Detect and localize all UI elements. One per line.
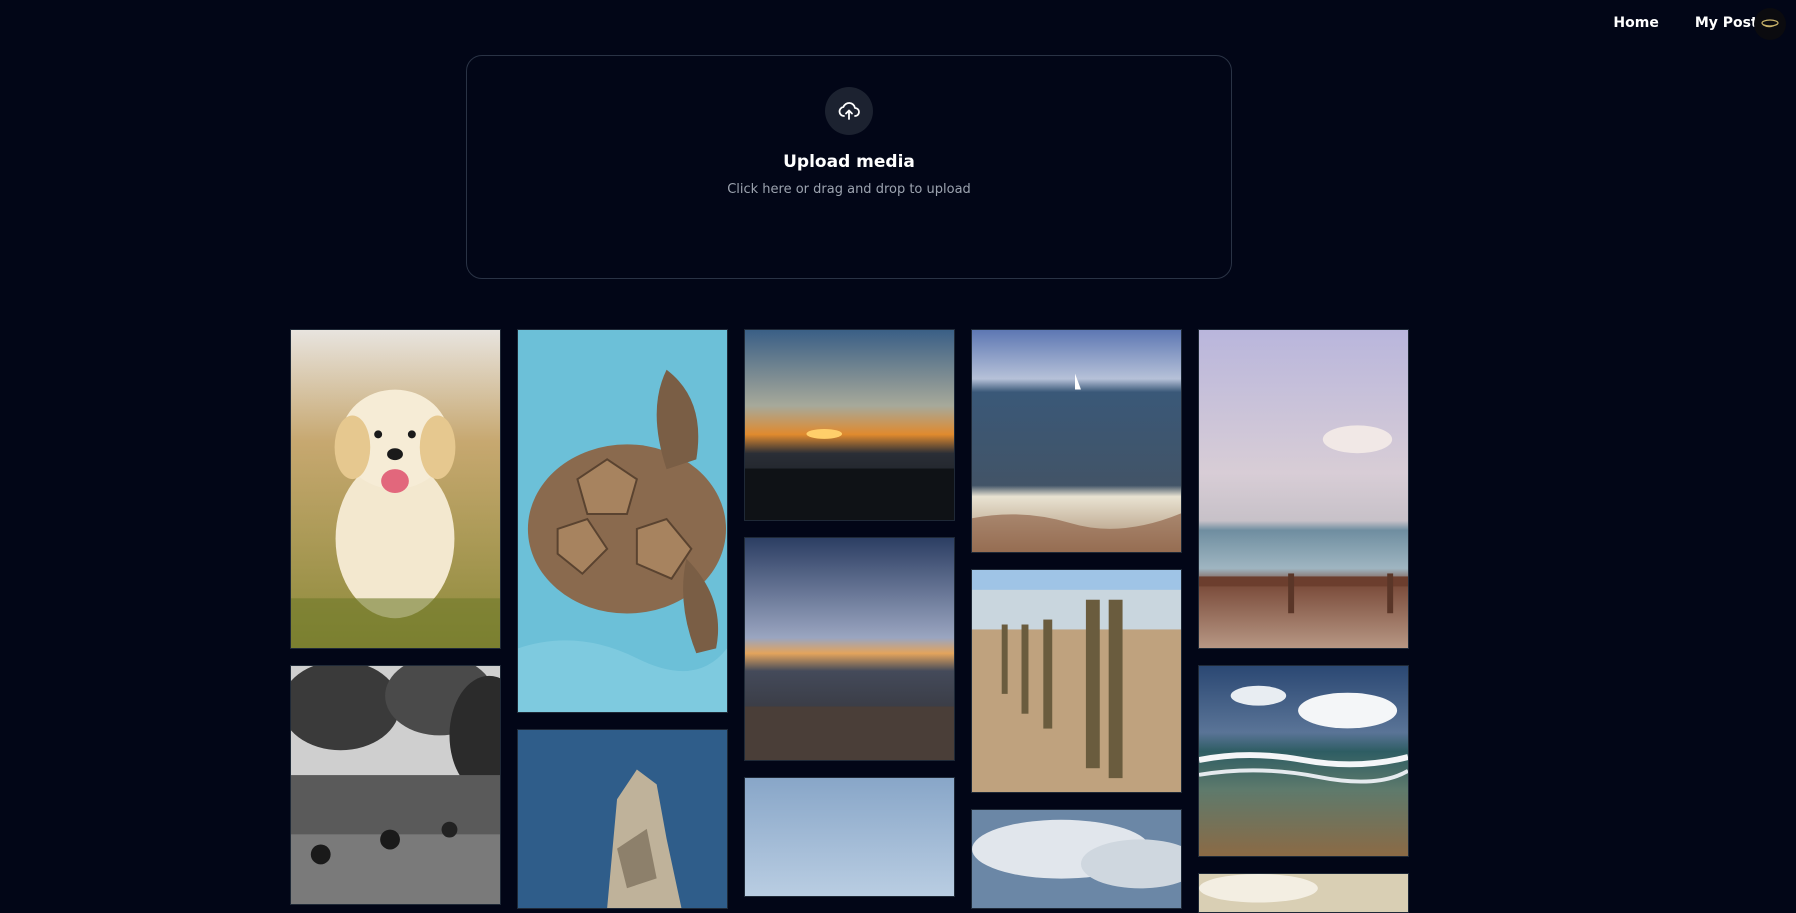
photo-puppy[interactable] bbox=[290, 329, 501, 649]
photo-clouds-partial[interactable] bbox=[1198, 873, 1409, 913]
photo-blue-sky[interactable] bbox=[744, 777, 955, 897]
nav-home-link[interactable]: Home bbox=[1613, 15, 1658, 31]
photo-cloudy-sky[interactable] bbox=[971, 809, 1182, 909]
photo-street-bw[interactable] bbox=[290, 665, 501, 905]
photo-sea-turtle[interactable] bbox=[517, 329, 728, 713]
photo-sunset-bay[interactable] bbox=[744, 329, 955, 521]
upload-title: Upload media bbox=[783, 152, 915, 172]
upload-icon-circle bbox=[825, 87, 873, 135]
photo-groynes[interactable] bbox=[971, 569, 1182, 793]
upload-subtitle: Click here or drag and drop to upload bbox=[727, 182, 971, 197]
photo-sea-rock[interactable] bbox=[517, 729, 728, 909]
photo-beach-boardwalk[interactable] bbox=[1198, 329, 1409, 649]
photo-dusk-sea[interactable] bbox=[744, 537, 955, 761]
avatar[interactable] bbox=[1754, 8, 1786, 40]
upload-dropzone[interactable]: Upload media Click here or drag and drop… bbox=[466, 55, 1232, 279]
photo-beach-sailboat[interactable] bbox=[971, 329, 1182, 553]
cloud-upload-icon bbox=[838, 102, 860, 120]
photo-waves[interactable] bbox=[1198, 665, 1409, 857]
